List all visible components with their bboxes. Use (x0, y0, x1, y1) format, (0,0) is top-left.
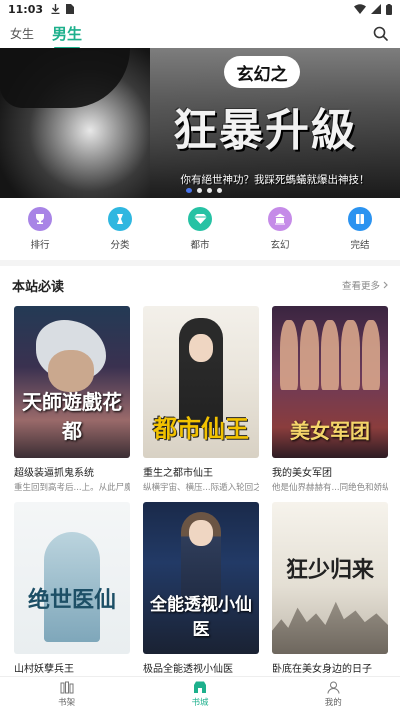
banner-title: 狂暴升級 (173, 105, 357, 156)
shortcut-label: 完结 (350, 240, 370, 251)
tab-male[interactable]: 男生 (52, 23, 82, 49)
book-icon (348, 207, 372, 231)
book-description: 重生回到高考后...上。从此尸魔鬼 (14, 483, 130, 493)
shortcut-label: 玄幻 (270, 240, 290, 251)
book-description: 纵横宇宙、横压...际遁入轮回之门 (143, 483, 259, 493)
sim-card-icon (66, 4, 75, 14)
profile-icon (327, 681, 340, 694)
cover-title: 全能透视小仙医 (150, 595, 252, 640)
book-title: 重生之都市仙王 (143, 468, 213, 479)
cover-title: 天師遊戲花都 (22, 390, 122, 443)
nav-label: 我的 (324, 698, 342, 708)
book-card[interactable]: 都市仙王 重生之都市仙王 纵横宇宙、横压...际遁入轮回之门 (143, 306, 259, 493)
shortcut-label: 都市 (190, 240, 210, 251)
book-card[interactable]: 美女军团 我的美女军团 他是仙界赫赫有...同绝色和娇纵性 (272, 306, 388, 493)
signal-icon (371, 4, 381, 14)
search-icon (373, 26, 388, 41)
shortcut-fantasy[interactable]: 玄幻 (240, 207, 320, 251)
cover-title: 都市仙王 (153, 414, 249, 443)
book-cover[interactable]: 美女军团 (272, 306, 388, 458)
book-title: 卧底在美女身边的日子 (272, 664, 372, 675)
book-title: 超级装逼抓鬼系统 (14, 468, 94, 479)
nav-label: 书城 (191, 698, 209, 708)
book-title: 山村妖孽兵王 (14, 664, 74, 675)
book-description: 他是仙界赫赫有...同绝色和娇纵性 (272, 483, 388, 493)
building-icon (268, 207, 292, 231)
book-cover[interactable]: 天師遊戲花都 (14, 306, 130, 458)
banner-dot[interactable] (207, 188, 212, 193)
cover-title: 美女军团 (290, 419, 370, 443)
nav-store[interactable]: 书城 (160, 681, 240, 708)
book-card[interactable]: 全能透视小仙医 极品全能透视小仙医 (143, 502, 259, 675)
cover-art (189, 520, 213, 546)
trophy-icon (28, 207, 52, 231)
shortcut-ranking[interactable]: 排行 (0, 207, 80, 251)
section-header: 本站必读 查看更多 (0, 272, 400, 298)
download-icon (51, 4, 60, 14)
category-shortcuts: 排行 分类 都市 玄幻 完结 (0, 198, 400, 260)
chevron-right-icon (383, 281, 388, 289)
nav-bookshelf[interactable]: 书架 (27, 681, 107, 708)
top-tab-bar: 女生 男生 (0, 18, 400, 49)
bow-tie-icon (108, 207, 132, 231)
banner-dot[interactable] (217, 188, 222, 193)
view-more-link[interactable]: 查看更多 (342, 278, 388, 292)
banner-tagline: 你有絕世神功？我踩死螞蟻就爆出神技！ (180, 174, 370, 186)
book-cover[interactable]: 绝世医仙 (14, 502, 130, 654)
status-bar: 11:03 (0, 0, 400, 18)
shortcut-label: 分类 (110, 240, 130, 251)
banner-dot[interactable] (186, 188, 192, 193)
book-card[interactable]: 天師遊戲花都 超级装逼抓鬼系统 重生回到高考后...上。从此尸魔鬼 (14, 306, 130, 493)
tab-female[interactable]: 女生 (10, 25, 34, 42)
nav-profile[interactable]: 我的 (293, 681, 373, 708)
banner-pagination (186, 188, 222, 193)
cover-art (189, 334, 213, 362)
book-cover[interactable]: 都市仙王 (143, 306, 259, 458)
shortcut-label: 排行 (30, 240, 50, 251)
battery-icon (386, 3, 392, 15)
wifi-icon (354, 4, 366, 14)
nav-label: 书架 (58, 698, 76, 708)
status-time: 11:03 (8, 2, 44, 16)
search-button[interactable] (370, 23, 390, 43)
book-cover[interactable]: 全能透视小仙医 (143, 502, 259, 654)
shortcut-category[interactable]: 分类 (80, 207, 160, 251)
bottom-nav: 书架 书城 我的 (0, 676, 400, 712)
book-card[interactable]: 狂少归来 卧底在美女身边的日子 (272, 502, 388, 675)
bookshelf-icon (60, 681, 74, 694)
banner-badge: 玄幻之 (224, 56, 300, 88)
book-cover[interactable]: 狂少归来 (272, 502, 388, 654)
view-more-label: 查看更多 (341, 281, 380, 292)
diamond-icon (188, 207, 212, 231)
cover-art (280, 320, 381, 390)
shortcut-urban[interactable]: 都市 (160, 207, 240, 251)
book-title: 我的美女军团 (272, 468, 332, 479)
store-icon (193, 681, 206, 693)
cover-art (272, 601, 388, 654)
book-title: 极品全能透视小仙医 (143, 664, 233, 675)
section-divider (0, 260, 400, 266)
promo-banner[interactable]: 玄幻之 狂暴升級 你有絕世神功？我踩死螞蟻就爆出神技！ (0, 48, 400, 198)
shortcut-completed[interactable]: 完结 (320, 207, 400, 251)
banner-dot[interactable] (197, 188, 202, 193)
section-title: 本站必读 (12, 279, 65, 295)
cover-title: 狂少归来 (285, 557, 374, 583)
book-card[interactable]: 绝世医仙 山村妖孽兵王 (14, 502, 130, 675)
cover-title: 绝世医仙 (27, 587, 116, 613)
